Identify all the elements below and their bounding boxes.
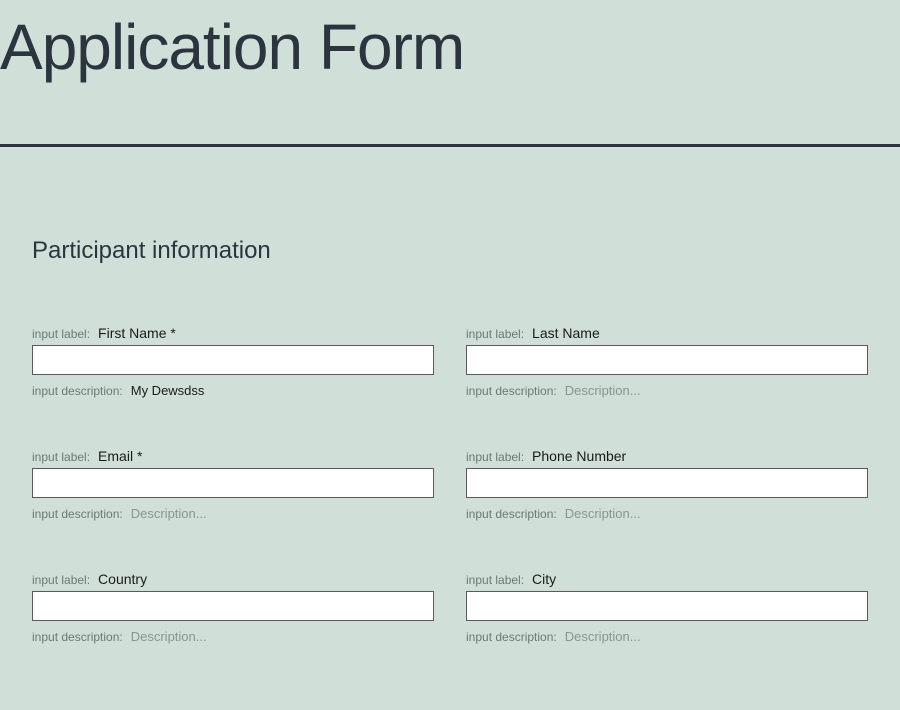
input-label-prefix[interactable]: input label: — [32, 450, 90, 464]
description-row: input description: Description... — [32, 506, 434, 521]
country-label[interactable]: Country — [98, 571, 147, 587]
label-row: input label: Email * — [32, 448, 434, 464]
label-row: input label: Last Name — [466, 325, 868, 341]
last-name-description[interactable]: Description... — [565, 383, 641, 398]
input-label-prefix[interactable]: input label: — [466, 327, 524, 341]
description-row: input description: Description... — [466, 629, 868, 644]
description-row: input description: My Dewsdss — [32, 383, 434, 398]
city-input[interactable] — [466, 591, 868, 621]
field-first-name: input label: First Name * input descript… — [32, 325, 434, 398]
last-name-label[interactable]: Last Name — [532, 325, 600, 341]
label-row: input label: Phone Number — [466, 448, 868, 464]
input-label-prefix[interactable]: input label: — [32, 573, 90, 587]
input-description-prefix[interactable]: input description: — [466, 630, 557, 644]
input-label-prefix[interactable]: input label: — [466, 573, 524, 587]
email-input[interactable] — [32, 468, 434, 498]
email-label[interactable]: Email * — [98, 448, 142, 464]
input-description-prefix[interactable]: input description: — [32, 507, 123, 521]
first-name-description[interactable]: My Dewsdss — [131, 383, 205, 398]
input-description-prefix[interactable]: input description: — [32, 630, 123, 644]
city-label[interactable]: City — [532, 571, 556, 587]
form-grid: input label: First Name * input descript… — [32, 325, 868, 644]
city-description[interactable]: Description... — [565, 629, 641, 644]
first-name-input[interactable] — [32, 345, 434, 375]
first-name-label[interactable]: First Name * — [98, 325, 176, 341]
country-input[interactable] — [32, 591, 434, 621]
country-description[interactable]: Description... — [131, 629, 207, 644]
section-title: Participant information — [32, 237, 868, 265]
page-title: Application Form — [0, 0, 900, 114]
description-row: input description: Description... — [32, 629, 434, 644]
input-label-prefix[interactable]: input label: — [32, 327, 90, 341]
email-description[interactable]: Description... — [131, 506, 207, 521]
input-description-prefix[interactable]: input description: — [466, 384, 557, 398]
description-row: input description: Description... — [466, 383, 868, 398]
field-last-name: input label: Last Name input description… — [466, 325, 868, 398]
phone-description[interactable]: Description... — [565, 506, 641, 521]
description-row: input description: Description... — [466, 506, 868, 521]
last-name-input[interactable] — [466, 345, 868, 375]
field-country: input label: Country input description: … — [32, 571, 434, 644]
field-phone: input label: Phone Number input descript… — [466, 448, 868, 521]
field-email: input label: Email * input description: … — [32, 448, 434, 521]
label-row: input label: First Name * — [32, 325, 434, 341]
input-description-prefix[interactable]: input description: — [32, 384, 123, 398]
phone-label[interactable]: Phone Number — [532, 448, 626, 464]
form-content: Participant information input label: Fir… — [0, 147, 900, 644]
input-description-prefix[interactable]: input description: — [466, 507, 557, 521]
field-city: input label: City input description: Des… — [466, 571, 868, 644]
input-label-prefix[interactable]: input label: — [466, 450, 524, 464]
phone-input[interactable] — [466, 468, 868, 498]
label-row: input label: Country — [32, 571, 434, 587]
label-row: input label: City — [466, 571, 868, 587]
